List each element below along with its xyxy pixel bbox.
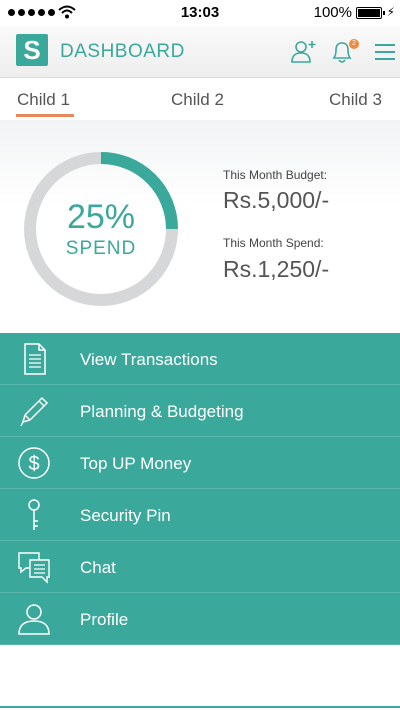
child-tabs: Child 1 Child 2 Child 3 bbox=[0, 78, 400, 120]
budget-label: This Month Budget: bbox=[223, 168, 328, 182]
svg-text:$: $ bbox=[28, 453, 39, 475]
spend-value: Rs.1,250/- bbox=[223, 256, 330, 282]
hamburger-menu-icon[interactable] bbox=[374, 42, 396, 62]
menu-item-chat[interactable]: Chat bbox=[0, 541, 400, 593]
notification-badge: 2 bbox=[349, 39, 359, 49]
menu-item-top-up-money[interactable]: $ Top UP Money bbox=[0, 437, 400, 489]
budget-value: Rs.5,000/- bbox=[223, 187, 330, 213]
battery-percent: 100% bbox=[313, 4, 352, 21]
app-logo[interactable]: S bbox=[16, 34, 48, 66]
tab-child-3[interactable]: Child 3 bbox=[329, 90, 382, 110]
add-user-icon[interactable] bbox=[290, 38, 318, 66]
document-icon bbox=[24, 343, 46, 375]
profile-icon bbox=[18, 604, 50, 635]
app-header: S DASHBOARD 2 bbox=[0, 26, 400, 78]
pencil-icon bbox=[20, 396, 49, 427]
dollar-icon: $ bbox=[18, 447, 50, 479]
tab-child-2[interactable]: Child 2 bbox=[171, 90, 224, 110]
menu-item-label: Planning & Budgeting bbox=[80, 402, 244, 421]
dashboard-menu: View Transactions Planning & Budgeting $… bbox=[0, 333, 400, 648]
chat-icon bbox=[18, 552, 50, 584]
menu-item-label: Top UP Money bbox=[80, 454, 192, 473]
spend-caption: This Month Spend: bbox=[223, 236, 324, 250]
menu-item-security-pin[interactable]: Security Pin bbox=[0, 489, 400, 541]
menu-item-label: Security Pin bbox=[80, 506, 171, 525]
spend-label: SPEND bbox=[65, 238, 137, 259]
menu-item-label: View Transactions bbox=[80, 350, 218, 369]
menu-item-label: Profile bbox=[80, 610, 129, 629]
spend-summary: 25% SPEND This Month Budget: Rs.5,000/- … bbox=[0, 120, 400, 333]
key-icon bbox=[28, 499, 40, 530]
status-bar: 13:03 100% ⚡ bbox=[0, 0, 400, 26]
page-title: DASHBOARD bbox=[60, 41, 185, 62]
bottom-divider bbox=[0, 706, 400, 708]
battery-icon bbox=[356, 7, 385, 19]
charging-icon: ⚡ bbox=[386, 5, 395, 19]
menu-item-view-transactions[interactable]: View Transactions bbox=[0, 333, 400, 385]
menu-item-label: Chat bbox=[80, 558, 116, 577]
spend-percent: 25% bbox=[66, 198, 136, 236]
menu-item-profile[interactable]: Profile bbox=[0, 593, 400, 645]
active-tab-indicator bbox=[16, 114, 74, 117]
tab-child-1[interactable]: Child 1 bbox=[17, 90, 70, 110]
menu-item-planning-budgeting[interactable]: Planning & Budgeting bbox=[0, 385, 400, 437]
